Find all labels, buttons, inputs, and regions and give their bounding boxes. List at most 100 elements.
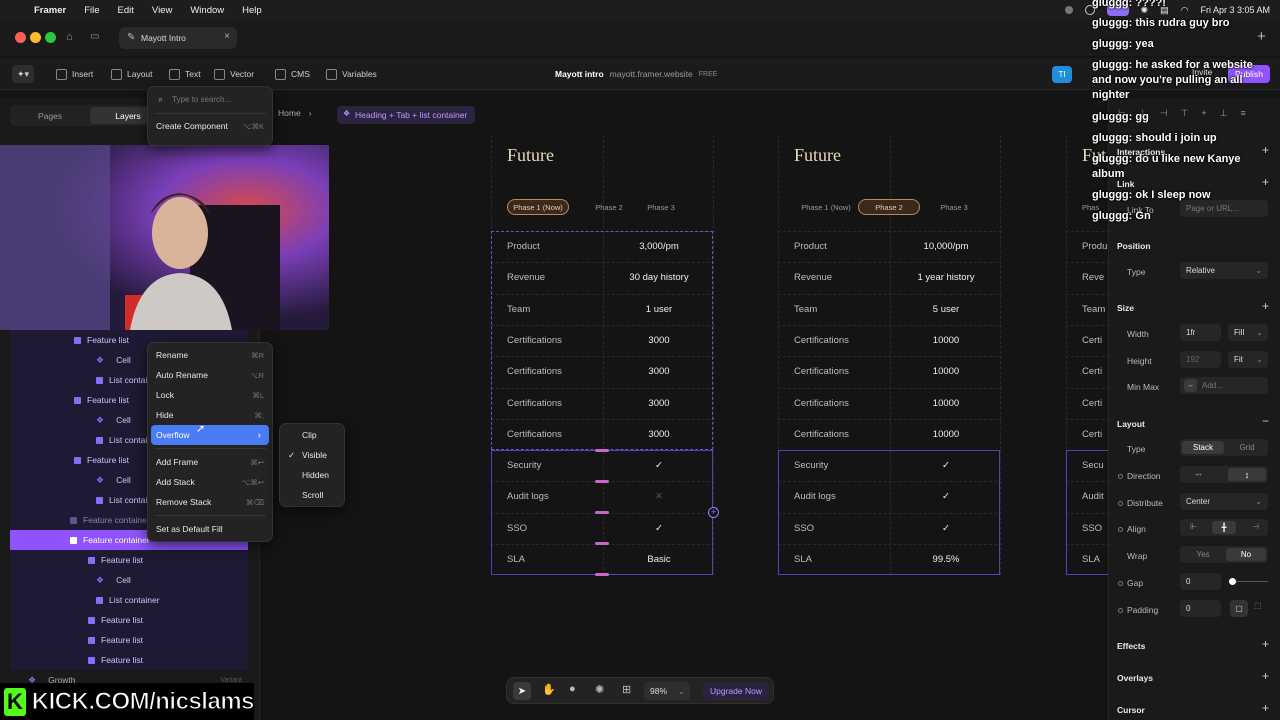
cms-button[interactable]: CMS [275,58,310,90]
phase-tab[interactable]: Phase 3 [922,199,986,215]
layer-item[interactable]: ❖ Cell [10,570,248,590]
zoom-select[interactable]: 98% ⌄ [644,682,690,700]
add-interaction-icon[interactable]: + [1262,143,1269,157]
layer-item[interactable]: Feature list [10,550,248,570]
home-icon[interactable]: ⌂ [66,31,73,43]
direction-horizontal-icon[interactable]: ↔ [1194,468,1203,478]
upgrade-button[interactable]: Upgrade Now [703,682,769,700]
distribute-variable-icon[interactable] [1118,501,1123,506]
phase-tab[interactable]: Phase 2 [858,199,920,215]
phase-tab[interactable]: Phase 1 (Now) [794,199,858,215]
record-icon[interactable] [1064,6,1073,14]
set-default-fill-item[interactable]: Set as Default Fill [148,519,272,539]
position-type-select[interactable]: Relative ⌄ [1180,262,1268,279]
gap-variable-icon[interactable] [1118,581,1123,586]
remove-layout-icon[interactable]: − [1262,414,1269,428]
align-center-icon[interactable]: ╋ [1212,521,1236,534]
variables-button[interactable]: Variables [326,58,377,90]
grid-icon[interactable]: ⊞ [622,683,631,696]
distribute-select[interactable]: Center ⌄ [1180,493,1268,510]
gap-handle[interactable] [595,573,609,576]
tab-mayott-intro[interactable]: ✎ Mayott Intro × [119,27,237,49]
padding-uniform-icon[interactable]: ▢ [1230,600,1248,617]
width-input[interactable]: 1fr [1180,324,1221,341]
rename-item[interactable]: Rename ⌘R [148,345,272,365]
project-title[interactable]: Mayott intro mayott.framer.website FREE [555,58,717,90]
add-frame-item[interactable]: Add Frame ⌘↩ [148,452,272,472]
minmax-add-button[interactable]: ↔ Add... [1180,377,1268,394]
phase-tab[interactable]: Phase 1 (Now) [507,199,569,215]
gap-input[interactable]: 0 [1180,573,1221,590]
align-start-icon[interactable]: ⊩ [1190,522,1197,531]
remove-stack-item[interactable]: Remove Stack ⌘⌫ [148,492,272,512]
gap-handle[interactable] [595,449,609,452]
theme-toggle-icon[interactable]: ✺ [595,683,604,696]
add-size-icon[interactable]: + [1262,299,1269,313]
menu-help[interactable]: Help [242,5,262,16]
hide-item[interactable]: Hide ⌘; [148,405,272,425]
wrap-yes-option[interactable]: Yes [1182,548,1224,561]
close-window-button[interactable] [15,32,26,43]
minimize-window-button[interactable] [30,32,41,43]
padding-input[interactable]: 0 [1180,600,1221,617]
add-stack-item[interactable]: Add Stack ⌥⌘↩ [148,472,272,492]
phase-tab[interactable]: Phase 3 [639,199,683,215]
align-variable-icon[interactable] [1118,527,1123,532]
gap-slider-handle[interactable] [1229,578,1236,585]
height-input[interactable]: 192 [1180,351,1221,368]
menubar-app[interactable]: Framer [34,5,66,16]
comment-tool-icon[interactable]: ● [569,683,576,695]
tab-pages[interactable]: Pages [12,107,88,124]
close-tab-icon[interactable]: × [224,31,230,42]
layer-item[interactable]: Feature list [10,610,248,630]
avatar[interactable]: TI [1052,66,1072,83]
layer-item[interactable]: List container [10,590,248,610]
wrap-no-option[interactable]: No [1226,548,1266,561]
breadcrumb-current[interactable]: ❖ Heading + Tab + list container [337,106,476,124]
width-mode-select[interactable]: Fill ⌄ [1228,324,1268,341]
menu-window[interactable]: Window [190,5,224,16]
phase-tab[interactable]: Phase 2 [587,199,631,215]
add-overlay-icon[interactable]: + [1262,669,1269,683]
layout-button[interactable]: Layout [111,58,153,90]
overflow-scroll-item[interactable]: Scroll [280,485,344,505]
menu-view[interactable]: View [152,5,172,16]
gap-handle[interactable] [595,480,609,483]
menu-file[interactable]: File [84,5,99,16]
zoom-window-button[interactable] [45,32,56,43]
breadcrumb-home[interactable]: Home [278,108,301,118]
add-effect-icon[interactable]: + [1262,637,1269,651]
auto-rename-item[interactable]: Auto Rename ⌥R [148,365,272,385]
select-tool-icon[interactable]: ➤ [513,682,531,700]
create-component-item[interactable]: Create Component ⌥⌘K [148,116,272,136]
pricing-card[interactable]: Future Phase 1 (Now) Phase 2 Phase 3 Product… [491,135,719,576]
gap-handle[interactable] [595,511,609,514]
layout-stack-option[interactable]: Stack [1182,441,1224,454]
hand-tool-icon[interactable]: ✋ [542,683,556,696]
align-end-icon[interactable]: ⊣ [1252,522,1259,531]
add-item-icon[interactable]: + [708,507,719,518]
add-link-icon[interactable]: + [1262,175,1269,189]
layer-item[interactable]: Feature list [10,650,248,670]
direction-vertical-icon[interactable]: ↕ [1228,468,1266,481]
padding-variable-icon[interactable] [1118,608,1123,613]
pricing-card[interactable]: Future Phase 1 (Now) Phase 2 Phase 3 Product… [778,135,1002,575]
layout-grid-option[interactable]: Grid [1226,441,1268,454]
direction-variable-icon[interactable] [1118,474,1123,479]
gap-handle[interactable] [595,542,609,545]
framer-menu-button[interactable]: ✦▾ [12,58,34,90]
inbox-icon[interactable]: ▭ [90,31,99,42]
layer-item[interactable]: Feature list [10,630,248,650]
overflow-visible-item[interactable]: ✓ Visible [280,445,344,465]
height-mode-select[interactable]: Fit ⌄ [1228,351,1268,368]
chat-username: gluggg: [1092,132,1133,144]
lock-item[interactable]: Lock ⌘L [148,385,272,405]
command-search-input[interactable]: Type to search... [172,95,231,104]
add-cursor-icon[interactable]: + [1262,701,1269,715]
menu-edit[interactable]: Edit [118,5,134,16]
padding-individual-icon[interactable]: ⬚ [1254,601,1262,610]
insert-button[interactable]: Insert [56,58,93,90]
overflow-clip-item[interactable]: Clip [280,425,344,445]
overflow-hidden-item[interactable]: Hidden [280,465,344,485]
overflow-item[interactable]: Overflow › [151,425,269,445]
